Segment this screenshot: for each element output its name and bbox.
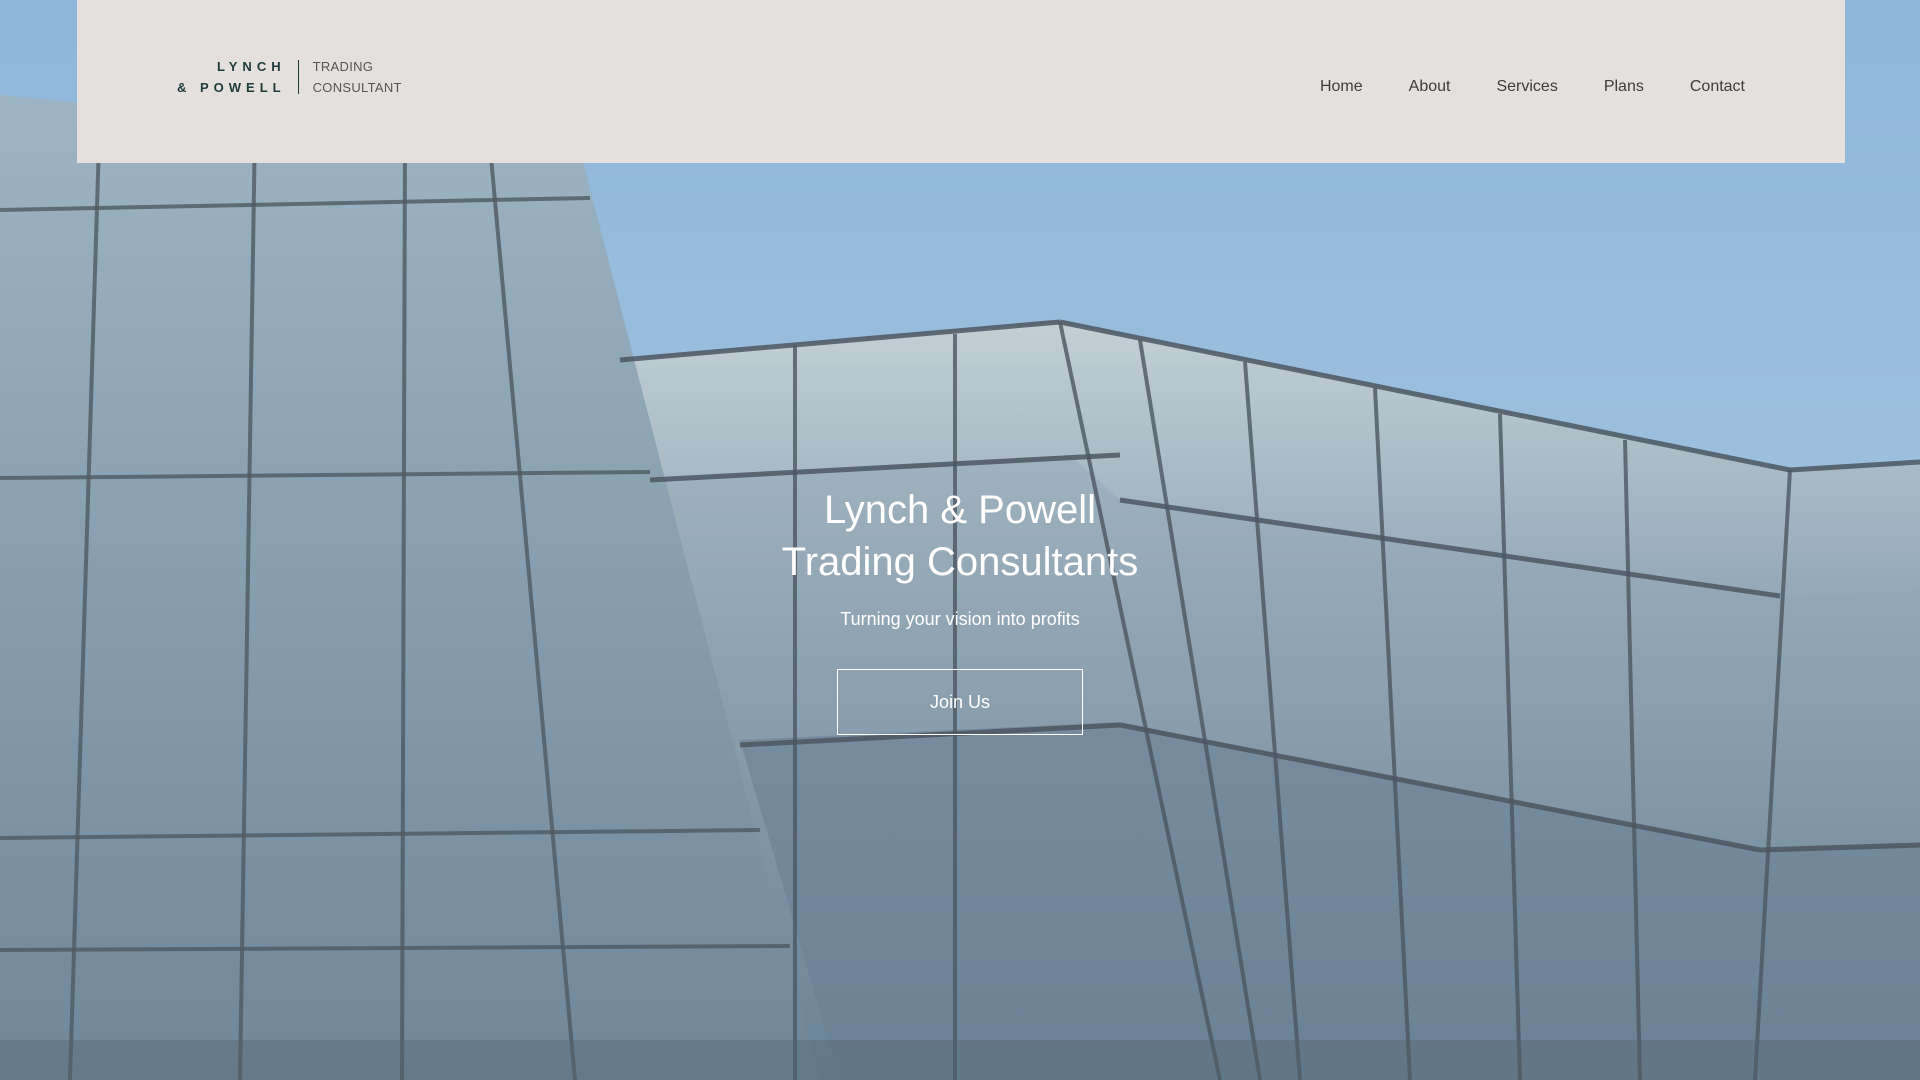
hero-title-line1: Lynch & Powell (824, 488, 1096, 532)
logo[interactable]: LYNCH & POWELL TRADING CONSULTANT (177, 58, 402, 96)
logo-tagline: TRADING CONSULTANT (313, 56, 402, 98)
nav-contact[interactable]: Contact (1667, 76, 1745, 98)
hero-subtitle: Turning your vision into profits (840, 609, 1080, 629)
nav-about[interactable]: About (1386, 76, 1474, 98)
hero-title-line2: Trading Consultants (781, 540, 1139, 584)
logo-sub-line1: TRADING (312, 59, 374, 74)
nav-home[interactable]: Home (1297, 76, 1386, 98)
logo-sub-line2: CONSULTANT (312, 80, 402, 95)
logo-divider (297, 60, 299, 94)
nav-services[interactable]: Services (1473, 76, 1580, 98)
logo-line2: & POWELL (177, 80, 286, 95)
logo-line1: LYNCH (217, 59, 286, 74)
main-nav: Home About Services Plans Contact (1297, 76, 1745, 98)
join-us-button[interactable]: Join Us (837, 669, 1083, 735)
nav-plans[interactable]: Plans (1581, 76, 1667, 98)
logo-wordmark: LYNCH & POWELL (177, 56, 298, 98)
hero-title: Lynch & Powell Trading Consultants (660, 484, 1260, 588)
site-header: LYNCH & POWELL TRADING CONSULTANT Home A… (77, 0, 1845, 163)
